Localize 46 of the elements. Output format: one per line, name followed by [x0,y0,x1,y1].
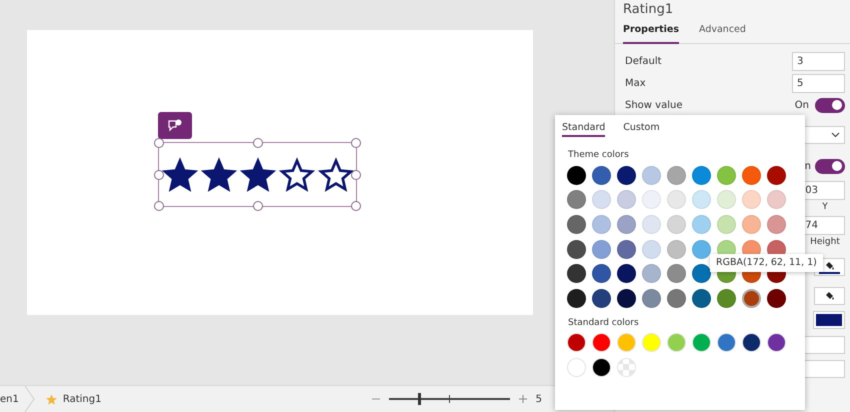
color-swatch[interactable] [742,288,761,308]
panel-tab[interactable]: Advanced [699,20,746,44]
section-label: Theme colors [568,149,630,162]
toggle-switch[interactable] [815,98,845,112]
chevron-down-icon [831,132,840,138]
zoom-value: 5 [536,394,542,404]
resize-handle[interactable] [154,138,164,148]
toggle-label: n [804,160,811,172]
property-label: Show value [625,100,684,110]
resize-handle[interactable] [154,170,164,180]
comment-icon [167,118,183,132]
section-label: Standard colors [568,316,640,330]
toggle-label: On [794,100,809,110]
transparent-swatch[interactable] [617,358,636,377]
color-tooltip: RGBA(172, 62, 11, 1) [710,254,823,272]
fill-button[interactable] [814,287,845,305]
comment-button[interactable] [158,112,192,139]
resize-handle[interactable] [252,138,262,148]
paint-bucket-icon [824,291,835,301]
panel-title: Rating1 [622,1,674,19]
resize-handle[interactable] [351,201,361,211]
property-field[interactable]: 3 [792,52,845,70]
color-swatch[interactable] [813,311,845,329]
field-caption: Height [809,237,841,247]
filled-star-icon[interactable] [240,156,276,192]
zoom-in-icon[interactable] [518,394,528,404]
outline-star-icon[interactable] [318,156,354,192]
field-caption: Y [821,202,829,212]
resize-handle[interactable] [351,170,361,180]
paint-bucket-icon [824,260,835,270]
breadcrumb-item[interactable]: Rating1 [62,394,102,404]
filled-star-icon[interactable] [162,156,198,192]
property-label: Default [625,56,663,66]
outline-star-icon[interactable] [279,156,315,192]
toggle-switch[interactable] [815,158,845,174]
breadcrumb-item[interactable]: en1 [0,394,19,404]
picker-tab[interactable]: Custom [623,115,660,137]
panel-tab[interactable]: Properties [623,20,679,44]
star-icon [44,392,58,406]
resize-handle[interactable] [252,201,262,211]
picker-tab[interactable]: Standard [562,115,606,137]
property-label: Max [625,78,647,88]
property-field[interactable]: 5 [792,74,845,92]
resize-handle[interactable] [154,201,164,211]
resize-handle[interactable] [351,138,361,148]
filled-star-icon[interactable] [201,156,237,192]
